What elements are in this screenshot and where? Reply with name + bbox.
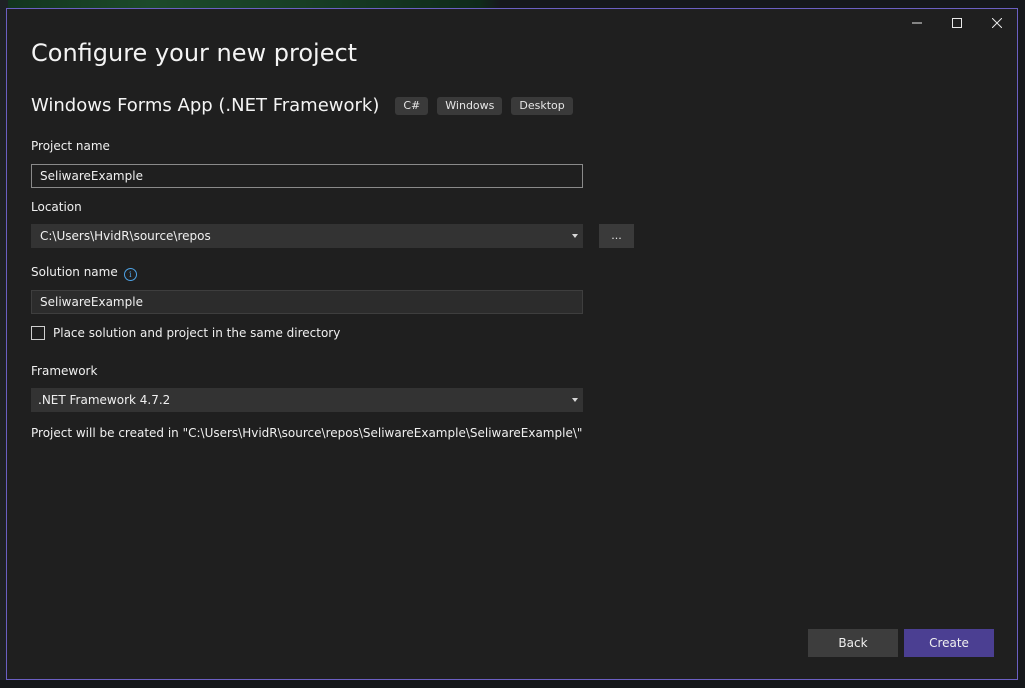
project-name-input[interactable]: SeliwareExample [31, 164, 583, 188]
tag-platform: Windows [437, 96, 503, 115]
chevron-down-icon[interactable] [572, 234, 578, 238]
browse-location-button[interactable]: ... [599, 224, 634, 248]
tag-project-type: Desktop [511, 96, 573, 115]
taskbar-edge [0, 680, 1025, 688]
same-directory-checkbox[interactable] [31, 326, 45, 340]
location-label: Location [31, 200, 82, 214]
dialog-title: Configure your new project [31, 39, 358, 67]
template-name: Windows Forms App (.NET Framework) [31, 95, 380, 116]
info-icon[interactable]: i [123, 268, 137, 281]
minimize-icon [912, 22, 922, 24]
solution-name-label: Solution name [31, 265, 118, 279]
framework-combobox[interactable]: .NET Framework 4.7.2 [31, 388, 583, 412]
window-controls [897, 9, 1017, 37]
maximize-button[interactable] [937, 9, 977, 37]
chevron-down-icon[interactable] [572, 398, 578, 402]
minimize-button[interactable] [897, 9, 937, 37]
tag-language: C# [395, 96, 429, 115]
close-button[interactable] [977, 9, 1017, 37]
template-header: Windows Forms App (.NET Framework) C# Wi… [31, 95, 582, 116]
framework-label: Framework [31, 364, 98, 378]
framework-value: .NET Framework 4.7.2 [38, 393, 171, 407]
same-directory-label[interactable]: Place solution and project in the same d… [53, 326, 340, 340]
create-button[interactable]: Create [904, 629, 994, 657]
location-combobox[interactable]: C:\Users\HvidR\source\repos [31, 224, 583, 248]
location-value: C:\Users\HvidR\source\repos [40, 229, 211, 243]
solution-name-input[interactable]: SeliwareExample [31, 290, 583, 314]
maximize-icon [952, 18, 962, 28]
solution-name-label-row: Solution name i [31, 265, 137, 281]
same-directory-option: Place solution and project in the same d… [31, 326, 340, 340]
project-name-label: Project name [31, 139, 110, 153]
close-icon [992, 18, 1002, 28]
configure-project-dialog: Configure your new project Windows Forms… [6, 8, 1018, 680]
back-button[interactable]: Back [808, 629, 898, 657]
project-path-note: Project will be created in "C:\Users\Hvi… [31, 426, 583, 440]
